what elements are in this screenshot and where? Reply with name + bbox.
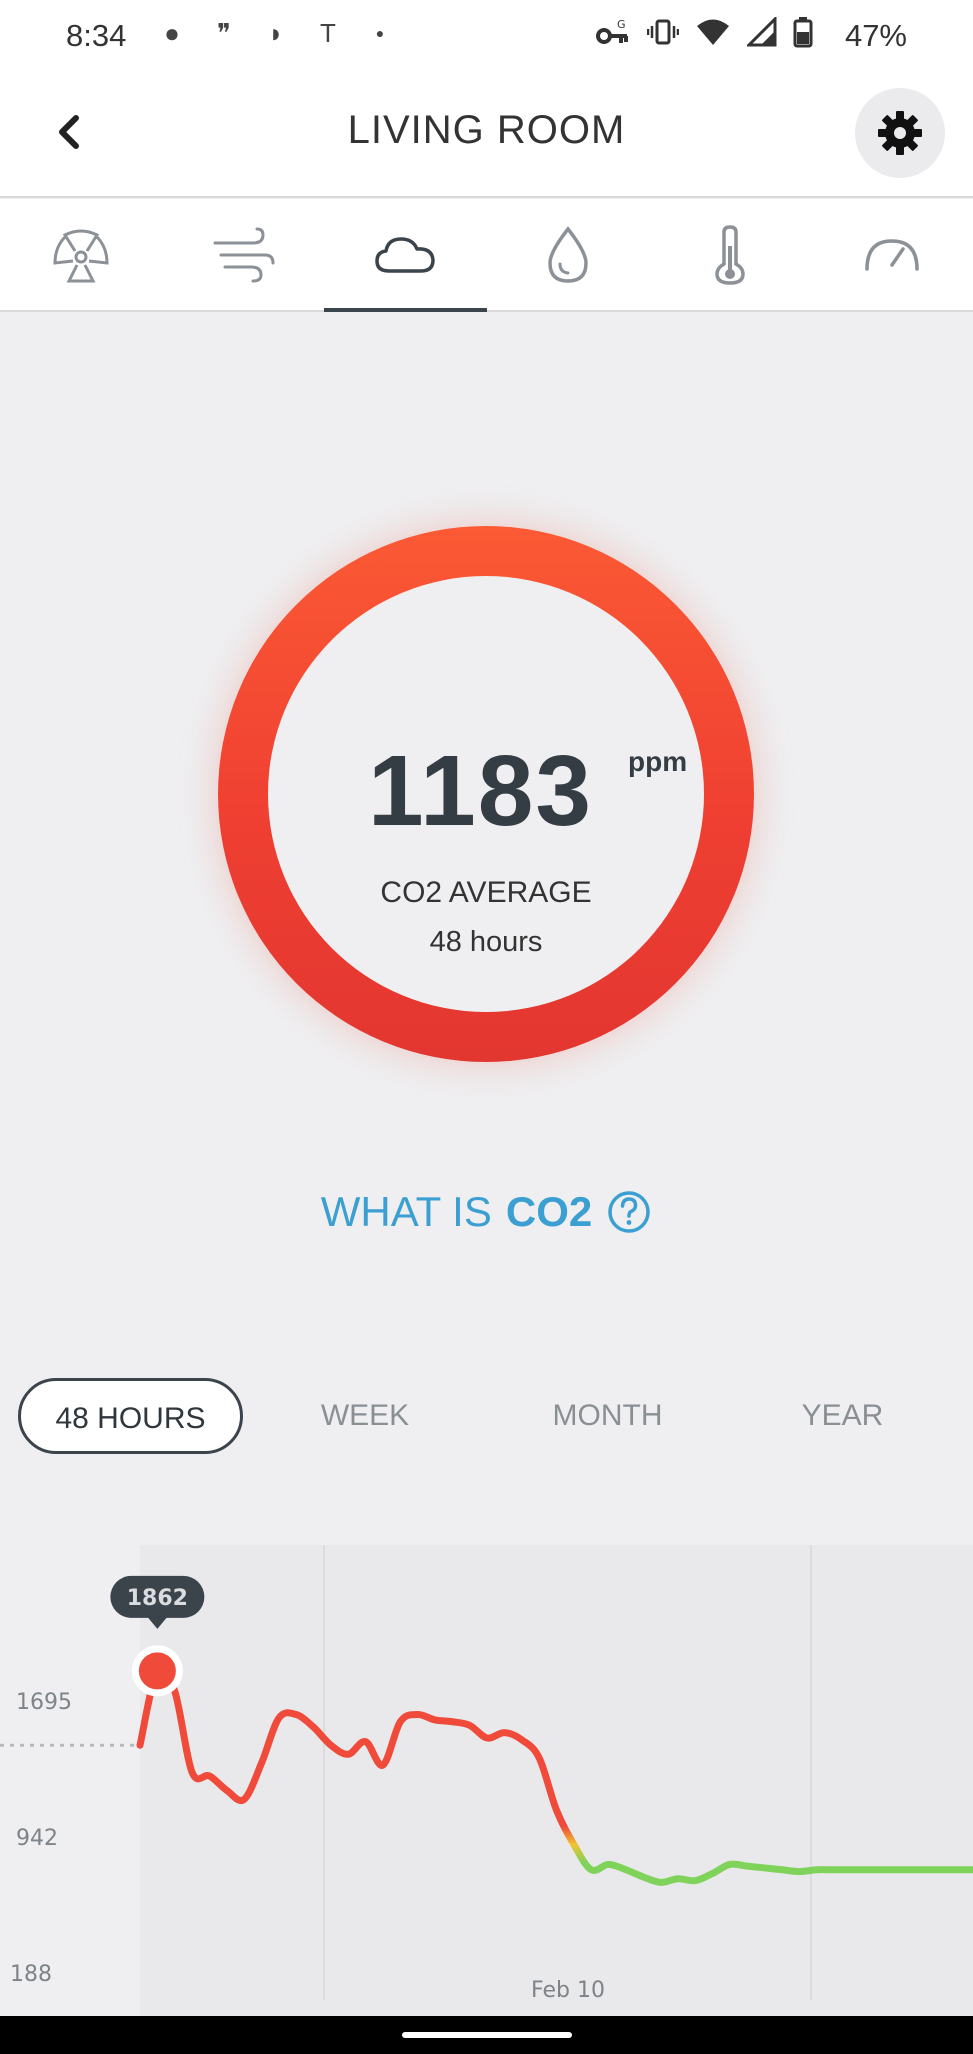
wifi-icon (697, 19, 729, 45)
quote-app-icon: ❞ (217, 18, 231, 48)
gear-icon (878, 111, 922, 155)
chart-area-bg (140, 1545, 973, 2020)
y-tick-label: 942 (16, 1826, 58, 1851)
sensor-tabs (0, 199, 973, 312)
home-gesture-handle[interactable] (402, 2032, 572, 2038)
gauge-label: CO2 AVERAGE (380, 876, 592, 909)
co2-unit: ppm (628, 746, 688, 777)
page-title: LIVING ROOM (347, 108, 626, 152)
wind-icon (213, 227, 275, 282)
period-selector: 48 HOURS WEEK MONTH YEAR (0, 1378, 973, 1454)
co2-average-value: 1183 (368, 735, 593, 847)
help-icon (608, 1191, 650, 1233)
tab-radon[interactable] (0, 199, 162, 310)
vpn-key-icon: G (596, 18, 628, 44)
cloud-icon (375, 236, 436, 273)
tesla-icon: T (320, 18, 336, 48)
app-bar: LIVING ROOM (0, 72, 973, 198)
system-nav-bar (0, 2016, 973, 2054)
what-is-co2-link[interactable]: WHAT IS CO2 (0, 1188, 973, 1236)
peak-marker (131, 1645, 183, 1697)
tab-humidity[interactable] (487, 199, 649, 310)
battery-percent: 47% (844, 18, 907, 53)
co2-history-chart: 188 942 1695 Feb 10 1862 (0, 1545, 973, 2020)
vibrate-icon (647, 19, 679, 45)
what-is-prefix: WHAT IS (320, 1188, 492, 1235)
svg-text:G: G (617, 18, 626, 31)
cell-signal-icon (747, 17, 777, 47)
x-axis-label: Feb 10 (531, 1978, 605, 2003)
battery-icon (793, 17, 813, 48)
signal-app-icon: ● (164, 18, 180, 48)
tab-pressure[interactable] (811, 199, 973, 310)
thermometer-icon (715, 224, 745, 285)
y-tick-label: 1695 (16, 1690, 72, 1715)
status-bar: 8:34 ● ❞ ◗ T ● G 47% (0, 0, 973, 72)
co2-gauge: 1183 ppm CO2 AVERAGE 48 hours (218, 526, 754, 1062)
tab-temperature[interactable] (649, 199, 811, 310)
settings-button[interactable] (855, 88, 945, 178)
more-dot-icon: ● (375, 25, 385, 41)
radiation-icon (53, 229, 109, 282)
patreon-icon: ◗ (268, 18, 284, 48)
period-year[interactable]: YEAR (770, 1378, 915, 1454)
gauge-period: 48 hours (429, 926, 543, 958)
period-week[interactable]: WEEK (290, 1378, 440, 1454)
period-48-hours[interactable]: 48 HOURS (18, 1378, 243, 1454)
what-is-term: CO2 (505, 1188, 593, 1235)
notification-icons: ● ❞ ◗ T ● (155, 16, 397, 50)
droplet-icon (547, 225, 588, 283)
period-month[interactable]: MONTH (530, 1378, 685, 1454)
gauge-inner: 1183 ppm CO2 AVERAGE 48 hours (268, 576, 704, 1012)
tooltip-value: 1862 (127, 1586, 188, 1611)
tab-co2[interactable] (324, 199, 487, 312)
gauge-icon (865, 238, 919, 271)
system-icons: G (595, 16, 813, 48)
y-tick-label: 188 (10, 1962, 52, 1987)
status-time: 8:34 (66, 18, 127, 53)
tab-air-flow[interactable] (162, 199, 324, 310)
